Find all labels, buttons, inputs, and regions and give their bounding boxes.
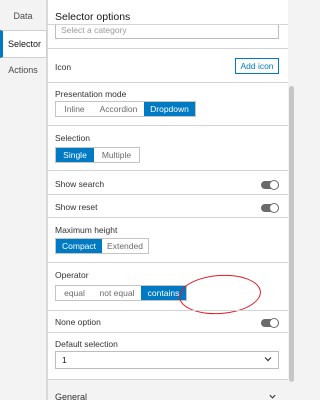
divider: [48, 332, 288, 333]
toggle-knob: [269, 203, 279, 213]
sidebar: Data Selector Actions: [0, 0, 47, 400]
divider: [48, 310, 288, 311]
show-reset-toggle[interactable]: [261, 203, 279, 213]
presentation-mode-label: Presentation mode: [55, 89, 127, 99]
operator-control: equal not equal contains: [55, 285, 187, 301]
selection-multiple[interactable]: Multiple: [94, 148, 139, 162]
presentation-mode-dropdown[interactable]: Dropdown: [144, 102, 195, 116]
icon-label: Icon: [55, 62, 72, 72]
chevron-down-icon: [264, 357, 272, 362]
toggle-knob: [269, 318, 279, 328]
divider: [48, 170, 288, 171]
presentation-mode-accordion[interactable]: Accordion: [93, 102, 144, 116]
panel-title: Selector options: [55, 11, 131, 23]
default-selection-label: Default selection: [55, 339, 118, 349]
maximum-height-control: Compact Extended: [55, 238, 149, 254]
toggle-knob: [269, 180, 279, 190]
tab-selector[interactable]: Selector: [0, 30, 47, 58]
presentation-mode-inline[interactable]: Inline: [56, 102, 93, 116]
tab-selector-label: Selector: [7, 39, 42, 49]
maximum-height-compact[interactable]: Compact: [56, 239, 102, 253]
divider: [48, 217, 288, 218]
selection-single[interactable]: Single: [56, 148, 94, 162]
general-section-header[interactable]: General: [48, 379, 288, 400]
maximum-height-label: Maximum height: [55, 225, 118, 235]
default-selection-value: 1: [62, 355, 67, 365]
category-select[interactable]: Select a category: [55, 25, 279, 39]
tab-data[interactable]: Data: [0, 2, 46, 30]
none-option-toggle[interactable]: [261, 318, 279, 328]
chevron-down-icon: [269, 394, 276, 399]
divider: [48, 82, 288, 83]
scrollbar-thumb[interactable]: [289, 86, 294, 382]
tab-actions[interactable]: Actions: [0, 56, 46, 84]
divider: [48, 125, 288, 126]
operator-not-equal[interactable]: not equal: [93, 286, 141, 300]
divider: [48, 194, 288, 195]
selector-options-panel: Selector options Select a category Icon …: [47, 0, 288, 400]
presentation-mode-control: Inline Accordion Dropdown: [55, 101, 196, 117]
selection-control: Single Multiple: [55, 147, 140, 163]
divider: [48, 48, 288, 49]
general-section-label: General: [55, 392, 88, 400]
maximum-height-extended[interactable]: Extended: [102, 239, 148, 253]
selection-label: Selection: [55, 133, 90, 143]
tab-actions-label: Actions: [8, 65, 38, 75]
operator-equal[interactable]: equal: [56, 286, 93, 300]
show-search-label: Show search: [55, 179, 105, 189]
show-reset-label: Show reset: [55, 202, 98, 212]
add-icon-button[interactable]: Add icon: [235, 58, 279, 74]
show-search-toggle[interactable]: [261, 180, 279, 190]
default-selection-dropdown[interactable]: 1: [55, 351, 279, 369]
none-option-label: None option: [55, 317, 101, 327]
operator-label: Operator: [55, 270, 89, 280]
divider: [48, 262, 288, 263]
tab-data-label: Data: [13, 11, 33, 21]
